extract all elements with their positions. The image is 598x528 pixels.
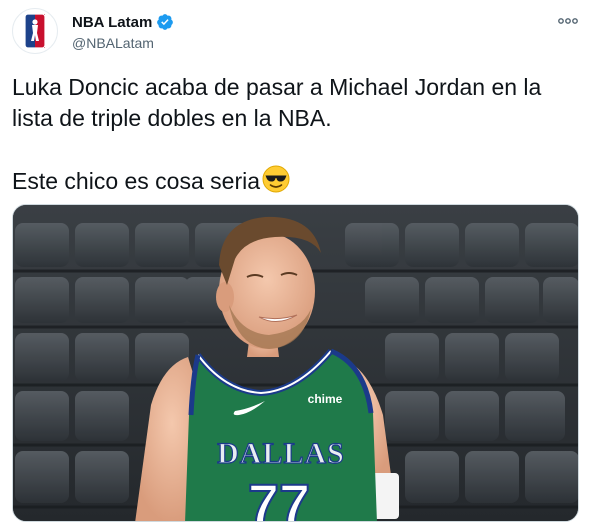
tweet-header: NBA Latam @NBALatam (0, 0, 598, 62)
tweet-text: Luka Doncic acaba de pasar a Michael Jor… (12, 72, 587, 197)
jersey-team-name: DALLAS (217, 437, 345, 470)
jersey-number: 77 (248, 472, 310, 522)
tweet-line-2: Este chico es cosa seria (12, 168, 261, 194)
player-photo: chime DALLAS 77 (13, 205, 578, 522)
jersey-sponsor: chime (308, 392, 343, 406)
avatar[interactable] (12, 8, 58, 54)
more-options-icon[interactable] (556, 13, 580, 29)
nba-logo-icon (25, 14, 45, 48)
user-handle[interactable]: @NBALatam (72, 35, 154, 51)
name-row: NBA Latam (72, 13, 174, 31)
sunglasses-emoji-icon (262, 165, 290, 193)
verified-badge-icon (157, 14, 174, 30)
tweet-line-1: Luka Doncic acaba de pasar a Michael Jor… (12, 74, 542, 131)
tweet-photo[interactable]: chime DALLAS 77 (12, 204, 579, 522)
display-name[interactable]: NBA Latam (72, 14, 152, 31)
